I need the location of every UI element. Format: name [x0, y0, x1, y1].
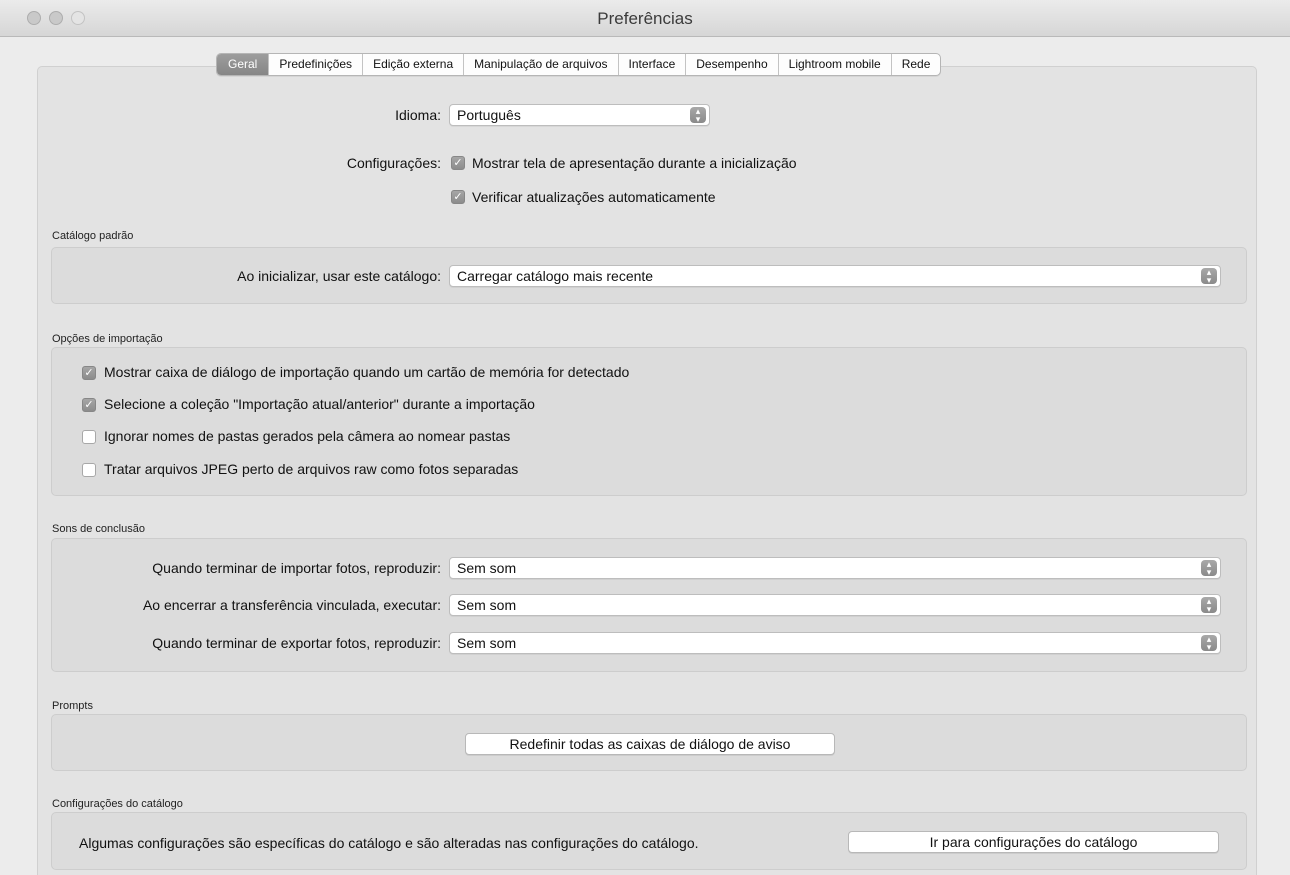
checkbox-check-updates-label: Verificar atualizações automaticamente: [472, 189, 716, 205]
checkbox-select-collection-label: Selecione a coleção "Importação atual/an…: [104, 396, 535, 412]
sound-import-select[interactable]: Sem som ▴ ▾: [449, 557, 1221, 579]
settings-label: Configurações:: [346, 155, 441, 171]
catalog-settings-note: Algumas configurações são específicas do…: [79, 835, 699, 851]
reset-warning-dialogs-button[interactable]: Redefinir todas as caixas de diálogo de …: [465, 733, 835, 755]
chevron-updown-icon: ▴ ▾: [1201, 560, 1217, 577]
tab-manipulacao-de-arquivos[interactable]: Manipulação de arquivos: [463, 54, 617, 75]
go-to-catalog-settings-button[interactable]: Ir para configurações do catálogo: [848, 831, 1219, 853]
checkbox-treat-jpeg-label: Tratar arquivos JPEG perto de arquivos r…: [104, 461, 519, 477]
chevron-updown-icon: ▴ ▾: [690, 107, 706, 124]
checkbox-ignore-folder-names[interactable]: [82, 430, 96, 444]
checkbox-ignore-folder-names-label: Ignorar nomes de pastas gerados pela câm…: [104, 428, 511, 444]
sound-import-value: Sem som: [457, 560, 517, 576]
tab-desempenho[interactable]: Desempenho: [685, 54, 777, 75]
checkbox-import-dialog-label: Mostrar caixa de diálogo de importação q…: [104, 364, 630, 380]
checkbox-check-updates[interactable]: ✓: [451, 190, 465, 204]
tab-lightroom-mobile[interactable]: Lightroom mobile: [777, 54, 891, 75]
default-catalog-label: Ao inicializar, usar este catálogo:: [237, 268, 441, 284]
chevron-updown-icon: ▴ ▾: [1201, 597, 1217, 614]
checkbox-show-splash-label: Mostrar tela de apresentação durante a i…: [472, 155, 797, 171]
chevron-updown-icon: ▴ ▾: [1201, 268, 1217, 285]
checkmark-icon: ✓: [453, 191, 463, 203]
sound-export-select[interactable]: Sem som ▴ ▾: [449, 632, 1221, 654]
section-title-prompts: Prompts: [52, 700, 93, 712]
section-title-completion-sounds: Sons de conclusão: [52, 523, 145, 535]
tab-predefinicoes[interactable]: Predefinições: [268, 54, 362, 75]
checkmark-icon: ✓: [453, 157, 463, 169]
checkbox-treat-jpeg[interactable]: [82, 463, 96, 477]
preferences-window: Preferências Geral Predefinições Edição …: [0, 0, 1290, 875]
checkmark-icon: ✓: [84, 399, 94, 411]
checkbox-import-dialog[interactable]: ✓: [82, 366, 96, 380]
checkmark-icon: ✓: [84, 367, 94, 379]
sound-tether-label: Ao encerrar a transferência vinculada, e…: [142, 597, 441, 613]
section-title-import-options: Opções de importação: [52, 333, 163, 345]
language-value: Português: [457, 107, 521, 123]
preferences-tabs: Geral Predefinições Edição externa Manip…: [216, 53, 942, 76]
window-title: Preferências: [597, 9, 693, 28]
sound-export-value: Sem som: [457, 635, 517, 651]
default-catalog-select[interactable]: Carregar catálogo mais recente ▴ ▾: [449, 265, 1221, 287]
tab-geral[interactable]: Geral: [217, 54, 269, 75]
sound-export-label: Quando terminar de exportar fotos, repro…: [152, 635, 441, 651]
sound-tether-value: Sem som: [457, 597, 517, 613]
title-bar: Preferências: [0, 0, 1290, 37]
language-select[interactable]: Português ▴ ▾: [449, 104, 710, 126]
chevron-updown-icon: ▴ ▾: [1201, 635, 1217, 652]
language-label: Idioma:: [395, 107, 441, 123]
sound-tether-select[interactable]: Sem som ▴ ▾: [449, 594, 1221, 616]
tab-rede[interactable]: Rede: [890, 54, 941, 75]
default-catalog-value: Carregar catálogo mais recente: [457, 268, 654, 284]
sound-import-label: Quando terminar de importar fotos, repro…: [152, 560, 441, 576]
checkbox-show-splash[interactable]: ✓: [451, 156, 465, 170]
section-title-default-catalog: Catálogo padrão: [52, 230, 134, 242]
tab-edicao-externa[interactable]: Edição externa: [362, 54, 463, 75]
tab-interface[interactable]: Interface: [617, 54, 686, 75]
section-title-catalog-settings: Configurações do catálogo: [52, 798, 183, 810]
checkbox-select-collection[interactable]: ✓: [82, 398, 96, 412]
